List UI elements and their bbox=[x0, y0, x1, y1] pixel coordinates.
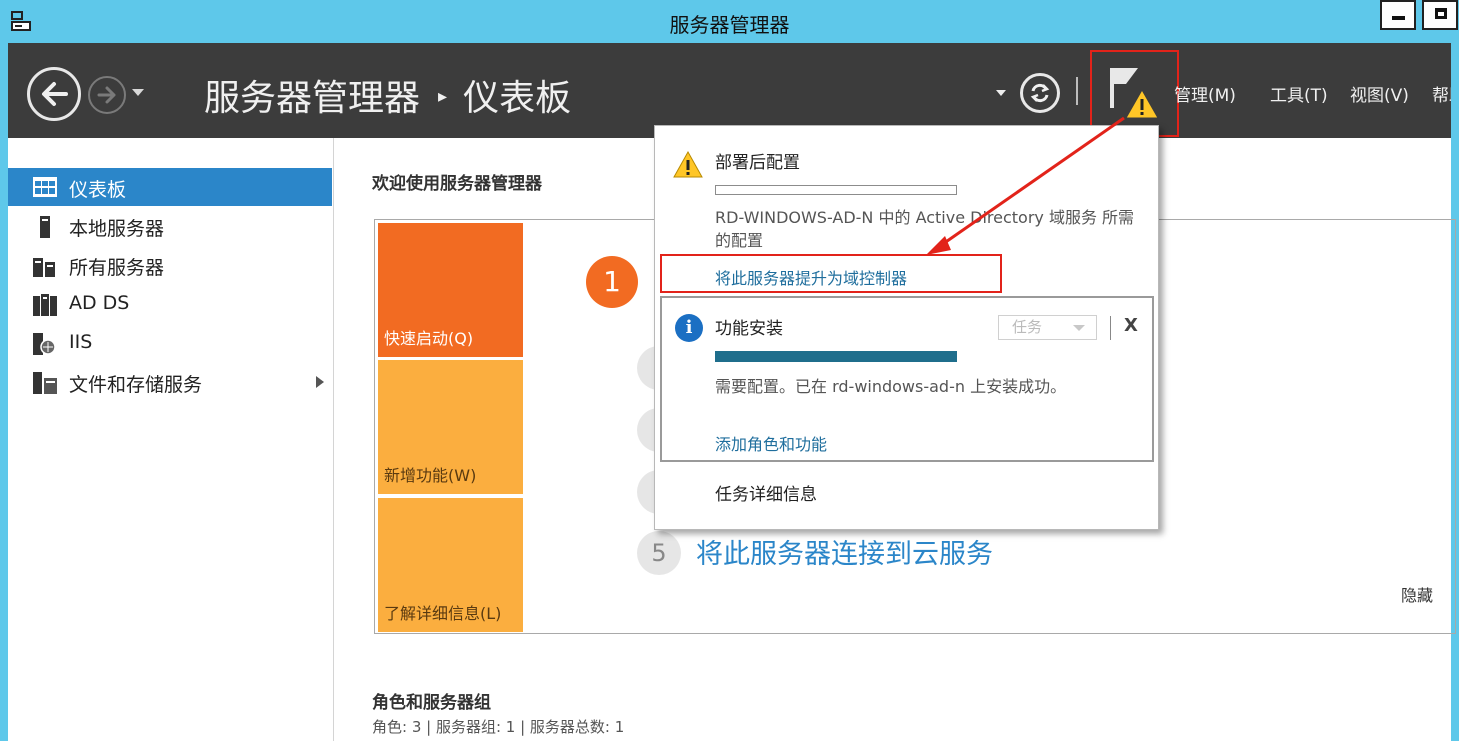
feature-install-description: 需要配置。已在 rd-windows-ad-n 上安装成功。 bbox=[715, 377, 1067, 396]
forward-button[interactable] bbox=[88, 76, 126, 114]
feature-install-notification: i 功能安装 任务 X 需要配置。已在 rd-windows-ad-n 上安装成… bbox=[660, 296, 1154, 462]
feature-install-progress-bar bbox=[715, 351, 957, 362]
sidebar-item-ad-ds[interactable]: AD DS bbox=[8, 285, 332, 323]
promote-to-dc-link[interactable]: 将此服务器提升为域控制器 bbox=[715, 265, 907, 289]
tile-label: 新增功能(W) bbox=[384, 466, 477, 485]
notifications-flag-button[interactable] bbox=[1090, 50, 1179, 137]
sidebar-item-label: 仪表板 bbox=[69, 179, 127, 201]
info-icon: i bbox=[675, 314, 703, 342]
post-deploy-description: RD-WINDOWS-AD-N 中的 Active Directory 域服务 … bbox=[715, 208, 1135, 250]
window-title: 服务器管理器 bbox=[669, 13, 790, 37]
breadcrumb-current: 仪表板 bbox=[463, 78, 572, 119]
flag-warning-icon bbox=[1110, 68, 1159, 119]
sidebar-item-label: IIS bbox=[69, 331, 93, 353]
step-1-badge: 1 bbox=[586, 256, 638, 308]
feature-install-title: 功能安装 bbox=[715, 319, 783, 339]
chevron-down-icon bbox=[1073, 325, 1085, 331]
window-left-border bbox=[0, 43, 8, 741]
task-dropdown-label: 任务 bbox=[1012, 318, 1043, 336]
menu-tools[interactable]: 工具(T) bbox=[1270, 81, 1328, 106]
welcome-title: 欢迎使用服务器管理器 bbox=[372, 174, 542, 194]
tile-whats-new[interactable]: 新增功能(W) bbox=[378, 360, 523, 494]
sidebar-item-iis[interactable]: IIS bbox=[8, 324, 332, 362]
breadcrumb: 服务器管理器 ▸ 仪表板 bbox=[204, 69, 571, 121]
tile-learn-more[interactable]: 了解详细信息(L) bbox=[378, 498, 523, 632]
sidebar: 仪表板 本地服务器 所有服务器 AD DS IIS 文件和存储服务 bbox=[8, 138, 334, 741]
notifications-panel: 部署后配置 RD-WINDOWS-AD-N 中的 Active Director… bbox=[654, 125, 1159, 530]
step-5-circle: 5 bbox=[637, 531, 681, 575]
dashboard-icon bbox=[33, 177, 57, 197]
task-dropdown[interactable]: 任务 bbox=[998, 315, 1097, 340]
storage-icon bbox=[33, 372, 57, 394]
header-divider bbox=[1076, 77, 1078, 105]
sidebar-item-dashboard[interactable]: 仪表板 bbox=[8, 168, 332, 206]
arrow-left-icon bbox=[42, 82, 68, 106]
iis-icon bbox=[33, 333, 56, 355]
menu-manage[interactable]: 管理(M) bbox=[1174, 81, 1236, 106]
post-deploy-progress-bar bbox=[715, 185, 957, 195]
back-button[interactable] bbox=[27, 67, 81, 121]
sidebar-item-label: 文件和存储服务 bbox=[69, 374, 203, 396]
header-bar: 服务器管理器 ▸ 仪表板 管理(M) 工具(T) 视图(V) 帮助(H) bbox=[8, 43, 1451, 138]
sidebar-item-local-server[interactable]: 本地服务器 bbox=[8, 207, 332, 245]
post-deploy-title: 部署后配置 bbox=[715, 153, 800, 173]
maximize-button[interactable] bbox=[1422, 0, 1458, 30]
sidebar-item-label: 本地服务器 bbox=[69, 218, 165, 240]
tile-quick-start[interactable]: 快速启动(Q) bbox=[378, 223, 523, 357]
expand-arrow-icon[interactable] bbox=[316, 376, 324, 388]
history-dropdown-icon[interactable] bbox=[132, 89, 144, 96]
roles-section-title: 角色和服务器组 bbox=[372, 693, 491, 713]
refresh-icon bbox=[1030, 83, 1050, 103]
breadcrumb-root[interactable]: 服务器管理器 bbox=[204, 78, 420, 119]
tile-label: 了解详细信息(L) bbox=[384, 604, 502, 623]
sidebar-item-label: 所有服务器 bbox=[69, 257, 165, 279]
roles-summary: 角色: 3 | 服务器组: 1 | 服务器总数: 1 bbox=[372, 718, 625, 736]
close-notification-button[interactable]: X bbox=[1124, 315, 1138, 336]
sidebar-item-file-storage[interactable]: 文件和存储服务 bbox=[8, 363, 332, 401]
minimize-button[interactable] bbox=[1380, 0, 1416, 30]
sidebar-item-label: AD DS bbox=[69, 292, 130, 314]
menu-view[interactable]: 视图(V) bbox=[1350, 81, 1409, 106]
tile-label: 快速启动(Q) bbox=[384, 329, 474, 348]
task-details-link[interactable]: 任务详细信息 bbox=[715, 480, 817, 505]
sidebar-item-all-servers[interactable]: 所有服务器 bbox=[8, 246, 332, 284]
arrow-right-icon bbox=[97, 86, 116, 104]
step-5-link[interactable]: 将此服务器连接到云服务 bbox=[696, 532, 993, 571]
add-roles-features-link[interactable]: 添加角色和功能 bbox=[715, 431, 827, 455]
server-icon bbox=[40, 216, 50, 238]
notification-divider bbox=[1110, 316, 1111, 340]
header-dropdown-icon[interactable] bbox=[996, 90, 1006, 96]
warning-icon bbox=[673, 151, 703, 178]
ad-ds-icon bbox=[33, 294, 57, 316]
menu-help[interactable]: 帮助(H) bbox=[1432, 81, 1451, 106]
servers-icon bbox=[33, 258, 55, 277]
title-bar: 服务器管理器 bbox=[0, 0, 1459, 43]
breadcrumb-separator: ▸ bbox=[438, 85, 448, 107]
refresh-button[interactable] bbox=[1020, 73, 1060, 113]
hide-link[interactable]: 隐藏 bbox=[1401, 582, 1433, 606]
